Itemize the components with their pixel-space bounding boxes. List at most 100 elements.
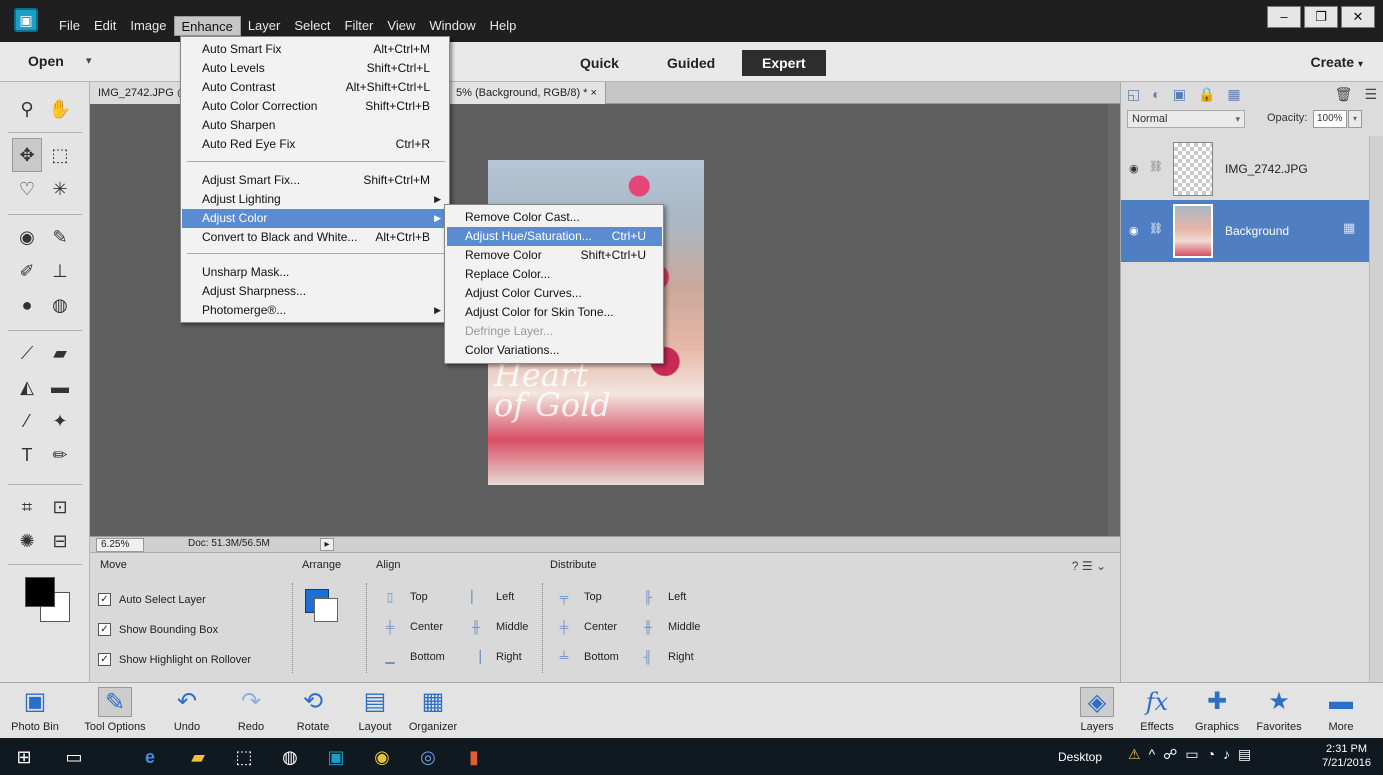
network-icon[interactable]: ☍ bbox=[1163, 746, 1177, 763]
lasso-tool-icon[interactable]: ♡ bbox=[12, 172, 42, 206]
taskbar-clock[interactable]: 2:31 PM 7/21/2016 bbox=[1322, 742, 1371, 770]
help-icon[interactable]: ? bbox=[1072, 559, 1079, 573]
align-top-button[interactable]: ▯ Top bbox=[382, 590, 428, 604]
menu-window[interactable]: Window bbox=[422, 16, 482, 36]
align-right-button[interactable]: ▕ Right bbox=[468, 650, 521, 664]
menu-item-photomerge[interactable]: Photomerge®... ▶ bbox=[182, 301, 448, 320]
foreground-color-swatch[interactable] bbox=[25, 577, 55, 607]
menu-help[interactable]: Help bbox=[483, 16, 524, 36]
custom-shape-tool-icon[interactable]: ✦ bbox=[45, 404, 75, 438]
menu-item-auto-levels[interactable]: Auto Levels Shift+Ctrl+L bbox=[182, 59, 448, 78]
submenu-item-adjust-skin-tone[interactable]: Adjust Color for Skin Tone... bbox=[447, 303, 662, 322]
open-dropdown-icon[interactable]: ▾ bbox=[86, 54, 92, 67]
mode-guided-button[interactable]: Guided bbox=[667, 52, 715, 74]
menu-item-auto-contrast[interactable]: Auto Contrast Alt+Shift+Ctrl+L bbox=[182, 78, 448, 97]
menu-item-adjust-color[interactable]: Adjust Color ▶ bbox=[182, 209, 448, 228]
red-eye-tool-icon[interactable]: ◉ bbox=[12, 220, 42, 254]
redo-button[interactable]: ↷ Redo bbox=[216, 687, 286, 733]
delete-layer-icon[interactable]: 🗑 bbox=[1335, 86, 1353, 106]
align-middle-button[interactable]: ╫ Middle bbox=[468, 620, 529, 634]
task-view-icon[interactable]: ▭ bbox=[60, 743, 88, 771]
new-layer-icon[interactable]: ◱ bbox=[1127, 86, 1140, 106]
type-tool-icon[interactable]: T bbox=[12, 438, 42, 472]
distribute-right-button[interactable]: ╢ Right bbox=[640, 650, 694, 664]
menu-edit[interactable]: Edit bbox=[87, 16, 123, 36]
action-center-icon[interactable]: ▤ bbox=[1238, 746, 1251, 763]
media-icon[interactable]: ◎ bbox=[414, 743, 442, 771]
smart-brush-tool-icon[interactable]: ✐ bbox=[12, 254, 42, 288]
chrome-icon[interactable]: ◉ bbox=[368, 743, 396, 771]
straighten-tool-icon[interactable]: ⊟ bbox=[45, 524, 75, 558]
menu-enhance[interactable]: Enhance bbox=[173, 16, 241, 36]
battery-icon[interactable]: ▭ bbox=[1185, 746, 1198, 763]
file-explorer-icon[interactable]: ▰ bbox=[184, 743, 212, 771]
zoom-tool-icon[interactable]: ⚲ bbox=[12, 92, 42, 126]
sponge-tool-icon[interactable]: ◍ bbox=[45, 288, 75, 322]
photoshop-elements-taskbar-icon[interactable]: ▣ bbox=[322, 743, 350, 771]
brush-tool-icon[interactable]: ⟋ bbox=[12, 336, 42, 370]
marquee-tool-icon[interactable]: ⬚ bbox=[45, 138, 75, 172]
menu-item-auto-red-eye-fix[interactable]: Auto Red Eye Fix Ctrl+R bbox=[182, 135, 448, 154]
notification-warning-icon[interactable]: ⚠ bbox=[1128, 746, 1141, 763]
wifi-icon[interactable]: ◔ bbox=[1207, 746, 1215, 763]
blend-mode-select[interactable]: Normal ▾ bbox=[1127, 110, 1245, 128]
background-lock-icon[interactable]: ▦ bbox=[1343, 220, 1355, 236]
submenu-item-remove-color-cast[interactable]: Remove Color Cast... bbox=[447, 208, 662, 227]
distribute-center-button[interactable]: ╪ Center bbox=[556, 620, 617, 634]
spot-healing-tool-icon[interactable]: ✎ bbox=[45, 220, 75, 254]
add-mask-icon[interactable]: ▣ bbox=[1173, 86, 1186, 106]
menu-item-adjust-lighting[interactable]: Adjust Lighting ▶ bbox=[182, 190, 448, 209]
office-icon[interactable]: ▮ bbox=[460, 743, 488, 771]
organizer-button[interactable]: ▦ Organizer bbox=[398, 687, 468, 733]
clone-stamp-tool-icon[interactable]: ⊥ bbox=[45, 254, 75, 288]
gradient-tool-icon[interactable]: ▬ bbox=[45, 370, 75, 404]
mode-quick-button[interactable]: Quick bbox=[580, 52, 619, 74]
submenu-item-remove-color[interactable]: Remove Color Shift+Ctrl+U bbox=[447, 246, 662, 265]
menu-item-convert-black-white[interactable]: Convert to Black and White... Alt+Ctrl+B bbox=[182, 228, 448, 247]
close-button[interactable]: ✕ bbox=[1341, 6, 1375, 28]
app-logo-icon[interactable]: ▣ bbox=[14, 8, 38, 32]
windows-start-icon[interactable]: ⊞ bbox=[10, 743, 38, 771]
distribute-middle-button[interactable]: ╫ Middle bbox=[640, 620, 701, 634]
submenu-item-adjust-color-curves[interactable]: Adjust Color Curves... bbox=[447, 284, 662, 303]
menu-item-auto-sharpen[interactable]: Auto Sharpen bbox=[182, 116, 448, 135]
paint-bucket-tool-icon[interactable]: ◭ bbox=[12, 370, 42, 404]
photo-bin-button[interactable]: ▣ Photo Bin bbox=[0, 687, 70, 733]
menu-layer[interactable]: Layer bbox=[241, 16, 288, 36]
link-icon[interactable]: ⛓ bbox=[1149, 160, 1163, 173]
opacity-dropdown-icon[interactable]: ▾ bbox=[1348, 110, 1362, 128]
volume-icon[interactable]: ♪ bbox=[1223, 746, 1230, 763]
show-hidden-icons-icon[interactable]: ^ bbox=[1149, 746, 1156, 763]
tool-options-button[interactable]: ✎ Tool Options bbox=[80, 687, 150, 733]
eraser-tool-icon[interactable]: ▰ bbox=[45, 336, 75, 370]
submenu-item-replace-color[interactable]: Replace Color... bbox=[447, 265, 662, 284]
new-adjustment-layer-icon[interactable]: ◐ bbox=[1152, 86, 1160, 106]
graphics-button[interactable]: ✚ Graphics bbox=[1182, 687, 1252, 733]
distribute-bottom-button[interactable]: ╧ Bottom bbox=[556, 650, 619, 664]
edge-browser-icon[interactable]: e bbox=[136, 743, 164, 771]
align-bottom-button[interactable]: ▁ Bottom bbox=[382, 650, 444, 664]
lock-transparent-icon[interactable]: ▦ bbox=[1227, 86, 1240, 106]
menu-item-auto-smart-fix[interactable]: Auto Smart Fix Alt+Ctrl+M bbox=[182, 40, 448, 59]
align-left-button[interactable]: ▏ Left bbox=[468, 590, 514, 604]
menu-select[interactable]: Select bbox=[287, 16, 337, 36]
magic-wand-tool-icon[interactable]: ✳ bbox=[45, 172, 75, 206]
arrange-icon[interactable] bbox=[305, 589, 343, 627]
menu-item-unsharp-mask[interactable]: Unsharp Mask... bbox=[182, 263, 448, 282]
collapse-icon[interactable]: ⌄ bbox=[1096, 559, 1106, 573]
blur-tool-icon[interactable]: ● bbox=[12, 288, 42, 322]
favorites-button[interactable]: ★ Favorites bbox=[1244, 687, 1314, 733]
rotate-button[interactable]: ⟲ Rotate bbox=[278, 687, 348, 733]
link-icon[interactable]: ⛓ bbox=[1149, 222, 1163, 235]
menu-view[interactable]: View bbox=[380, 16, 422, 36]
zoom-level-field[interactable]: 6.25% bbox=[96, 538, 144, 552]
auto-select-layer-checkbox[interactable]: ✓ Auto Select Layer bbox=[98, 593, 206, 606]
hp-icon[interactable]: ◍ bbox=[276, 743, 304, 771]
mode-expert-button[interactable]: Expert bbox=[742, 50, 826, 76]
desktop-toolbar-label[interactable]: Desktop bbox=[1058, 750, 1102, 764]
distribute-top-button[interactable]: ╤ Top bbox=[556, 590, 602, 604]
menu-filter[interactable]: Filter bbox=[338, 16, 381, 36]
canvas-vertical-scrollbar[interactable] bbox=[1108, 104, 1120, 536]
menu-item-adjust-sharpness[interactable]: Adjust Sharpness... bbox=[182, 282, 448, 301]
move-tool-icon[interactable]: ✥ bbox=[12, 138, 42, 172]
